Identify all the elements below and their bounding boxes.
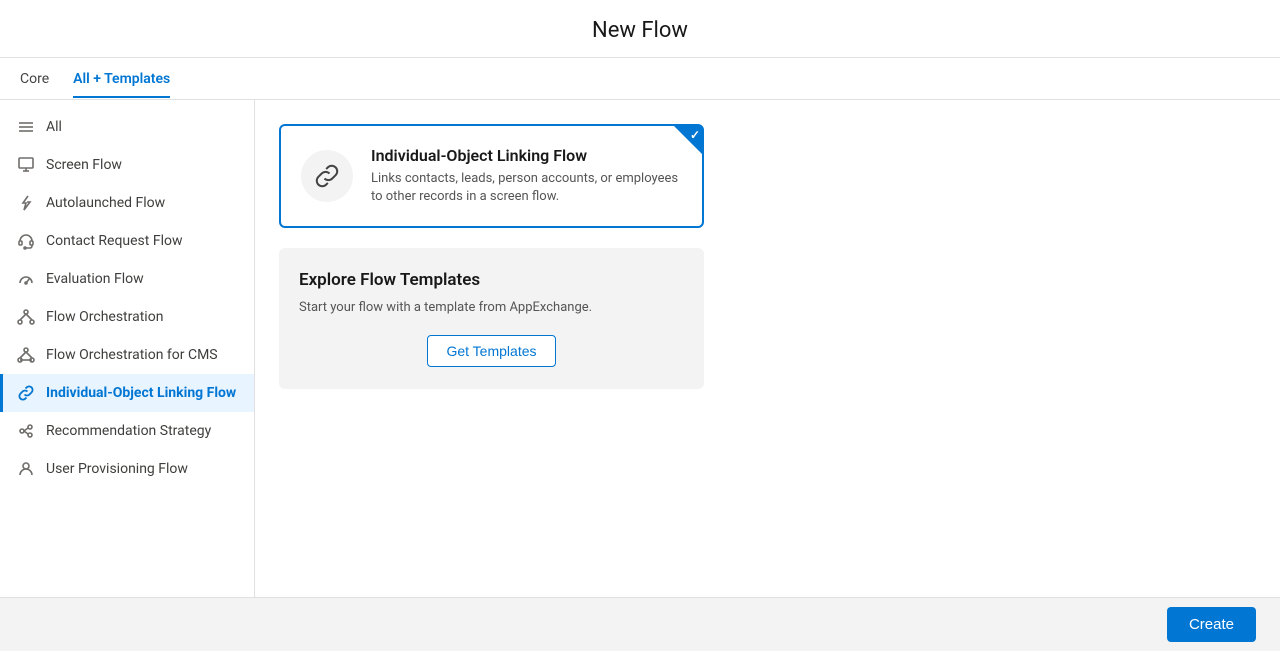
get-templates-button[interactable]: Get Templates (427, 335, 555, 367)
sidebar-item-contact-request-label: Contact Request Flow (46, 232, 182, 250)
explore-title: Explore Flow Templates (299, 270, 684, 290)
card-link-icon (313, 162, 341, 190)
sidebar-item-screen-flow[interactable]: Screen Flow (0, 146, 254, 184)
lightning-icon (16, 193, 36, 213)
link-icon (16, 383, 36, 403)
headset-icon (16, 231, 36, 251)
sidebar-item-autolaunched-label: Autolaunched Flow (46, 194, 165, 212)
sidebar-item-autolaunched-flow[interactable]: Autolaunched Flow (0, 184, 254, 222)
sidebar-item-user-provisioning-flow[interactable]: User Provisioning Flow (0, 450, 254, 488)
tab-all-templates[interactable]: All + Templates (73, 61, 170, 97)
monitor-icon (16, 155, 36, 175)
dial-icon (16, 269, 36, 289)
page-header: New Flow (0, 0, 1280, 58)
sidebar-item-contact-request-flow[interactable]: Contact Request Flow (0, 222, 254, 260)
checkmark-icon: ✓ (690, 128, 700, 142)
tab-core[interactable]: Core (20, 61, 49, 97)
sidebar-item-evaluation-label: Evaluation Flow (46, 270, 144, 288)
explore-description: Start your flow with a template from App… (299, 300, 684, 315)
content-area: ✓ Individual-Object Linking Flow Links c… (255, 100, 1280, 597)
nodes-cms-icon (16, 345, 36, 365)
card-title: Individual-Object Linking Flow (371, 146, 682, 165)
main-layout: All Screen Flow Autolaunched Flow (0, 100, 1280, 597)
sidebar-item-individual-object-label: Individual-Object Linking Flow (46, 384, 236, 402)
user-icon (16, 459, 36, 479)
tab-bar: Core All + Templates (0, 58, 1280, 100)
card-description: Links contacts, leads, person accounts, … (371, 170, 682, 206)
rec-icon (16, 421, 36, 441)
sidebar-item-individual-object-linking-flow[interactable]: Individual-Object Linking Flow (0, 374, 254, 412)
sidebar-item-flow-orchestration-label: Flow Orchestration (46, 308, 163, 326)
explore-templates-card: Explore Flow Templates Start your flow w… (279, 248, 704, 389)
sidebar-item-all[interactable]: All (0, 108, 254, 146)
sidebar-item-recommendation-strategy-label: Recommendation Strategy (46, 422, 211, 440)
create-button[interactable]: Create (1167, 607, 1256, 642)
sidebar-item-flow-orchestration-cms[interactable]: Flow Orchestration for CMS (0, 336, 254, 374)
sidebar-item-screen-flow-label: Screen Flow (46, 156, 122, 174)
lines-icon (16, 117, 36, 137)
footer: Create (0, 597, 1280, 651)
sidebar: All Screen Flow Autolaunched Flow (0, 100, 255, 597)
sidebar-item-all-label: All (46, 118, 62, 136)
sidebar-item-evaluation-flow[interactable]: Evaluation Flow (0, 260, 254, 298)
nodes-icon (16, 307, 36, 327)
sidebar-item-recommendation-strategy[interactable]: Recommendation Strategy (0, 412, 254, 450)
card-text-block: Individual-Object Linking Flow Links con… (371, 146, 682, 206)
sidebar-item-user-provisioning-label: User Provisioning Flow (46, 460, 188, 478)
card-icon-container (301, 150, 353, 202)
page-title: New Flow (0, 18, 1280, 43)
sidebar-item-flow-orchestration[interactable]: Flow Orchestration (0, 298, 254, 336)
selected-flow-card[interactable]: ✓ Individual-Object Linking Flow Links c… (279, 124, 704, 228)
sidebar-item-flow-orchestration-cms-label: Flow Orchestration for CMS (46, 346, 218, 364)
